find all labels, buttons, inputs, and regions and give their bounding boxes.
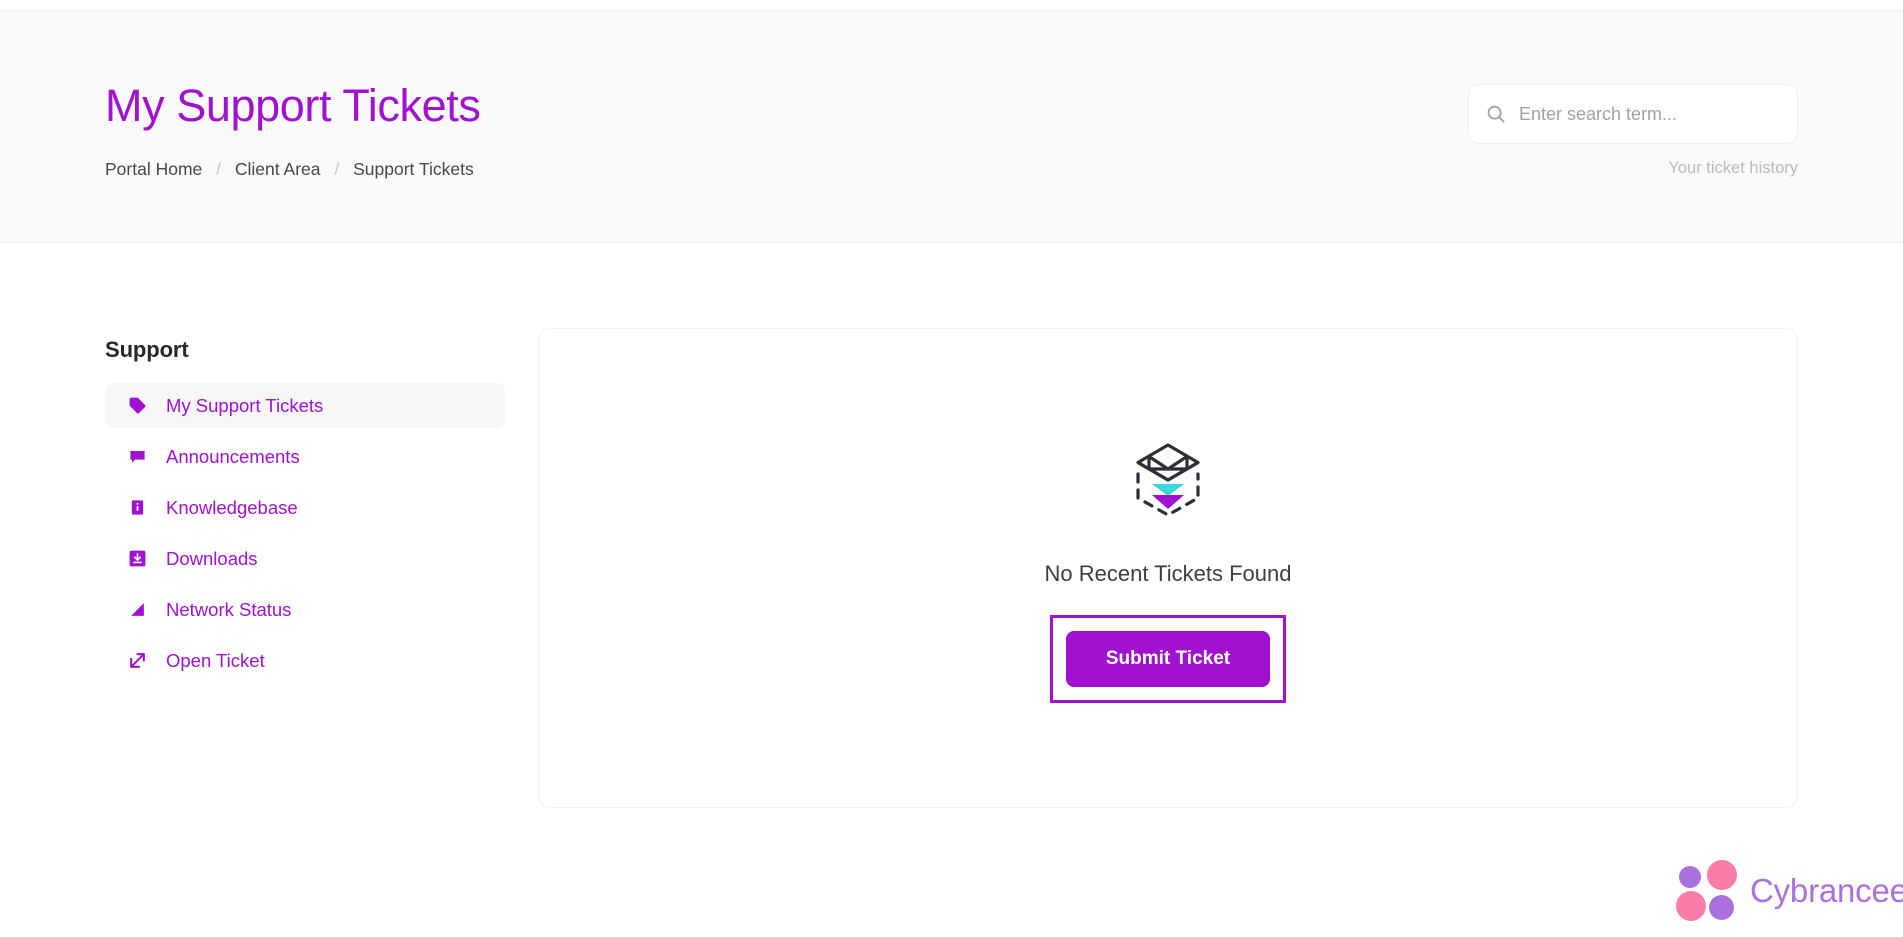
sidebar-item-label: Knowledgebase	[166, 496, 298, 518]
sidebar-item-announcements[interactable]: Announcements	[105, 434, 505, 479]
download-icon	[127, 549, 147, 569]
breadcrumb-item-portal-home[interactable]: Portal Home	[105, 159, 202, 179]
signal-icon	[127, 600, 147, 620]
cybrancee-logo[interactable]: Cybrancee	[1676, 860, 1903, 922]
empty-inbox-icon	[1116, 433, 1220, 537]
breadcrumb-item-client-area[interactable]: Client Area	[235, 159, 321, 179]
sidebar-item-label: Announcements	[166, 445, 300, 467]
page-title: My Support Tickets	[105, 80, 481, 131]
submit-ticket-button[interactable]: Submit Ticket	[1065, 631, 1271, 687]
ticket-history-hint: Your ticket history	[1668, 159, 1798, 177]
top-strip	[0, 0, 1903, 11]
sidebar-item-knowledgebase[interactable]: Knowledgebase	[105, 485, 505, 530]
external-link-icon	[127, 651, 147, 671]
breadcrumb: Portal Home / Client Area / Support Tick…	[105, 159, 474, 180]
empty-state-message: No Recent Tickets Found	[1044, 561, 1292, 586]
sidebar-item-open-ticket[interactable]: Open Ticket	[105, 638, 505, 683]
breadcrumb-item-support-tickets[interactable]: Support Tickets	[353, 159, 474, 179]
tickets-card: No Recent Tickets Found Submit Ticket	[538, 328, 1798, 808]
logo-dot-bottom-right	[1709, 895, 1734, 920]
sidebar-item-label: Network Status	[166, 598, 292, 620]
search-input[interactable]	[1519, 85, 1781, 143]
book-icon	[127, 498, 147, 518]
search-box[interactable]	[1468, 84, 1798, 144]
sidebar-item-my-support-tickets[interactable]: My Support Tickets	[105, 383, 505, 428]
breadcrumb-separator: /	[334, 159, 340, 179]
sidebar-heading: Support	[105, 337, 189, 362]
sidebar-item-downloads[interactable]: Downloads	[105, 536, 505, 581]
logo-dot-top-right	[1707, 860, 1737, 890]
submit-ticket-focus-ring: Submit Ticket	[1049, 615, 1287, 703]
page-header: My Support Tickets Portal Home / Client …	[0, 11, 1903, 243]
support-tickets-page: My Support Tickets Portal Home / Client …	[0, 0, 1903, 937]
logo-dot-bottom-left	[1676, 891, 1706, 921]
cybrancee-dots-logo	[1676, 860, 1738, 922]
sidebar-item-label: My Support Tickets	[166, 394, 324, 416]
search-icon	[1485, 103, 1507, 125]
breadcrumb-separator: /	[216, 159, 222, 179]
tag-icon	[127, 396, 147, 416]
support-sidebar: Support My Support Tickets Announcements	[105, 337, 505, 689]
megaphone-icon	[127, 447, 147, 467]
brand-name: Cybrancee	[1750, 872, 1903, 909]
sidebar-item-network-status[interactable]: Network Status	[105, 587, 505, 632]
sidebar-item-label: Open Ticket	[166, 649, 265, 671]
logo-dot-top-left	[1679, 866, 1701, 888]
sidebar-item-label: Downloads	[166, 547, 258, 569]
